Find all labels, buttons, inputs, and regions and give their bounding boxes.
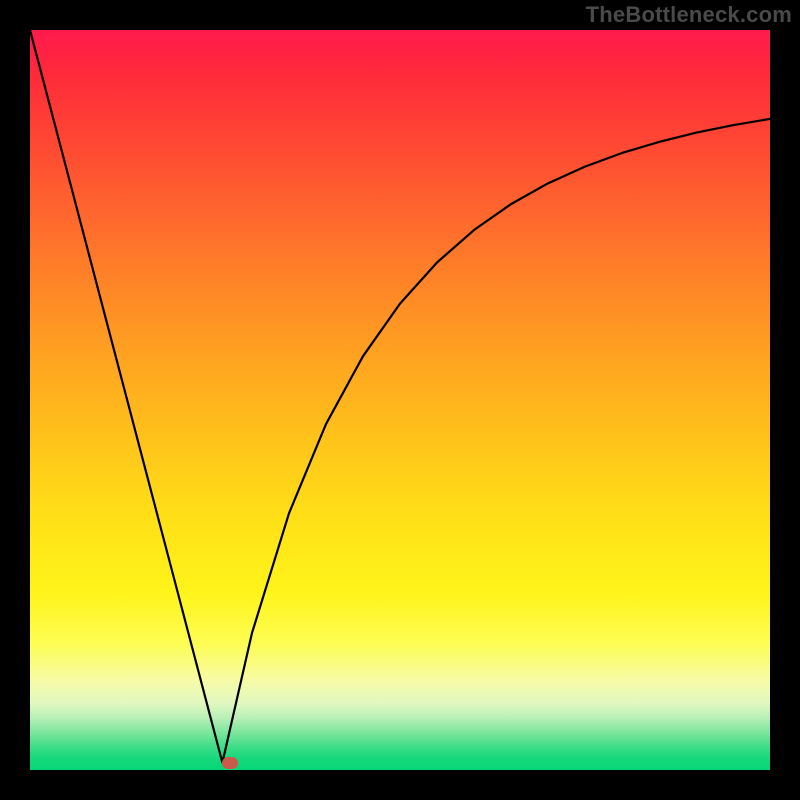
curve-path (30, 30, 770, 763)
chart-frame: TheBottleneck.com (0, 0, 800, 800)
plot-area (30, 30, 770, 770)
watermark-text: TheBottleneck.com (586, 2, 792, 28)
min-marker (222, 757, 238, 769)
curve-layer (30, 30, 770, 770)
